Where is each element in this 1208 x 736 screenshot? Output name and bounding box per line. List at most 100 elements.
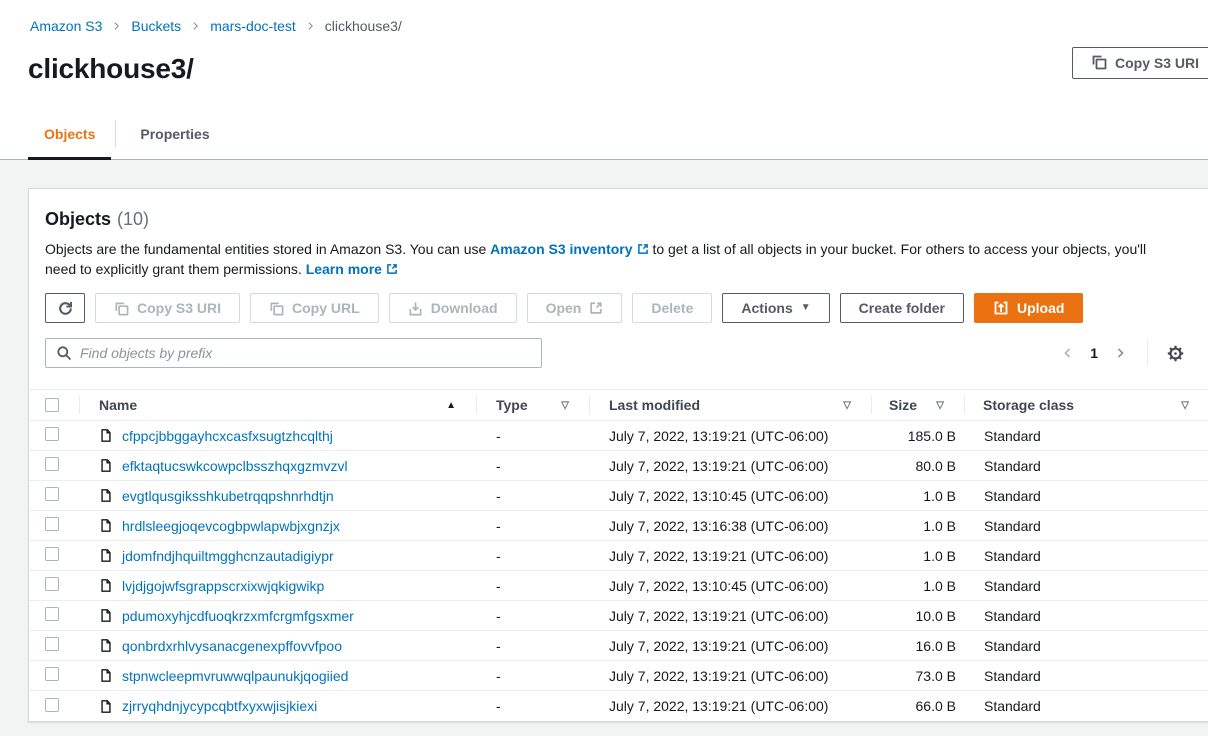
object-name-link[interactable]: cfppcjbbggayhcxcasfxsugtzhcqlthj <box>122 428 333 444</box>
row-checkbox[interactable] <box>45 637 59 651</box>
breadcrumb-link-buckets[interactable]: Buckets <box>131 16 181 36</box>
table-row: evgtlqusgiksshkubetrqqpshnrhdtjn - July … <box>29 481 1208 511</box>
row-checkbox[interactable] <box>45 457 59 471</box>
panel-title: Objects <box>45 208 111 230</box>
create-folder-button[interactable]: Create folder <box>840 293 964 323</box>
row-checkbox[interactable] <box>45 427 59 441</box>
open-button: Open <box>527 293 623 323</box>
object-name-link[interactable]: zjrryqhdnjycypcqbtfxyxwjisjkiexi <box>122 698 317 714</box>
cell-storage-class: Standard <box>964 428 1208 444</box>
object-name-cell: efktaqtucswkcowpclbsszhqxgzmvzvl <box>79 458 476 474</box>
cell-last-modified: July 7, 2022, 13:19:21 (UTC-06:00) <box>589 668 871 684</box>
tab-bar: Objects Properties <box>0 104 1208 160</box>
description-text: Objects are the fundamental entities sto… <box>45 241 486 257</box>
row-checkbox[interactable] <box>45 547 59 561</box>
object-name-cell: pdumoxyhjcdfuoqkrzxmfcrgmfgsxmer <box>79 608 476 624</box>
table-row: stpnwcleepmvruwwqlpaunukjqogiied - July … <box>29 661 1208 691</box>
object-name-link[interactable]: qonbrdxrhlvysanacgenexpffovvfpoo <box>122 638 342 654</box>
cell-last-modified: July 7, 2022, 13:19:21 (UTC-06:00) <box>589 638 871 654</box>
refresh-icon <box>57 300 74 317</box>
current-page-number[interactable]: 1 <box>1090 345 1098 361</box>
cell-type: - <box>476 698 589 714</box>
table-row: qonbrdxrhlvysanacgenexpffovvfpoo - July … <box>29 631 1208 661</box>
object-name-link[interactable]: stpnwcleepmvruwwqlpaunukjqogiied <box>122 668 348 684</box>
column-header-size[interactable]: Size ▽ <box>871 390 964 420</box>
tab-objects[interactable]: Objects <box>28 104 111 160</box>
file-icon <box>99 608 113 623</box>
cell-type: - <box>476 608 589 624</box>
column-header-last-modified[interactable]: Last modified ▽ <box>589 390 871 420</box>
copy-s3-uri-button: Copy S3 URI <box>95 293 240 323</box>
upload-icon <box>993 300 1009 316</box>
sort-ascending-icon: ▲ <box>446 400 476 411</box>
select-all-checkbox[interactable] <box>45 398 59 412</box>
cell-type: - <box>476 638 589 654</box>
next-page-button[interactable] <box>1112 343 1129 363</box>
object-name-link[interactable]: lvjdjgojwfsgrappscrxixwjqkigwikp <box>122 578 324 594</box>
cell-type: - <box>476 518 589 534</box>
object-name-cell: hrdlsleegjoqevcogbpwlapwbjxgnzjx <box>79 518 476 534</box>
row-checkbox-cell <box>29 487 79 504</box>
object-name-cell: qonbrdxrhlvysanacgenexpffovvfpoo <box>79 638 476 654</box>
preferences-button[interactable] <box>1166 344 1185 363</box>
search-box <box>45 338 542 368</box>
row-checkbox-cell <box>29 457 79 474</box>
copy-s3-uri-label: Copy S3 URI <box>1115 55 1199 71</box>
breadcrumb-link-bucket[interactable]: mars-doc-test <box>210 16 296 36</box>
pagination-divider <box>1147 340 1148 366</box>
copy-url-button: Copy URL <box>250 293 379 323</box>
copy-icon <box>114 301 129 316</box>
row-checkbox[interactable] <box>45 487 59 501</box>
row-checkbox[interactable] <box>45 607 59 621</box>
cell-last-modified: July 7, 2022, 13:19:21 (UTC-06:00) <box>589 548 871 564</box>
breadcrumb: Amazon S3 Buckets mars-doc-test clickhou… <box>0 0 1208 36</box>
cell-last-modified: July 7, 2022, 13:10:45 (UTC-06:00) <box>589 488 871 504</box>
external-link-icon <box>637 243 649 255</box>
object-name-link[interactable]: pdumoxyhjcdfuoqkrzxmfcrgmfgsxmer <box>122 608 354 624</box>
cell-type: - <box>476 488 589 504</box>
cell-last-modified: July 7, 2022, 13:19:21 (UTC-06:00) <box>589 608 871 624</box>
row-checkbox[interactable] <box>45 577 59 591</box>
previous-page-button[interactable] <box>1059 343 1076 363</box>
object-name-link[interactable]: jdomfndjhquiltmgghcnzautadigiypr <box>122 548 334 564</box>
page-title: clickhouse3/ <box>28 52 1208 86</box>
cell-size: 185.0 B <box>871 428 964 444</box>
s3-console-page: Amazon S3 Buckets mars-doc-test clickhou… <box>0 0 1208 736</box>
file-icon <box>99 578 113 593</box>
object-name-link[interactable]: efktaqtucswkcowpclbsszhqxgzmvzvl <box>122 458 348 474</box>
chevron-right-icon <box>1114 345 1127 361</box>
object-name-link[interactable]: evgtlqusgiksshkubetrqqpshnrhdtjn <box>122 488 334 504</box>
tab-properties[interactable]: Properties <box>120 104 229 160</box>
file-icon <box>99 699 113 714</box>
amazon-s3-inventory-link[interactable]: Amazon S3 inventory <box>490 241 648 257</box>
panel-header: Objects (10) Objects are the fundamental… <box>29 189 1208 279</box>
row-checkbox[interactable] <box>45 667 59 681</box>
cell-last-modified: July 7, 2022, 13:10:45 (UTC-06:00) <box>589 578 871 594</box>
sort-icon: ▽ <box>1181 400 1208 411</box>
copy-icon <box>269 301 284 316</box>
learn-more-link[interactable]: Learn more <box>306 261 398 277</box>
cell-storage-class: Standard <box>964 518 1208 534</box>
search-input[interactable] <box>46 339 541 367</box>
upload-button[interactable]: Upload <box>974 293 1083 323</box>
file-icon <box>99 428 113 443</box>
column-header-type[interactable]: Type ▽ <box>476 390 589 420</box>
row-checkbox-cell <box>29 427 79 444</box>
tab-objects-label: Objects <box>44 126 95 142</box>
table-row: lvjdjgojwfsgrappscrxixwjqkigwikp - July … <box>29 571 1208 601</box>
actions-dropdown-button[interactable]: Actions ▼ <box>722 293 829 323</box>
row-checkbox[interactable] <box>45 698 59 712</box>
cell-size: 80.0 B <box>871 458 964 474</box>
column-header-storage-class[interactable]: Storage class ▽ <box>964 390 1208 420</box>
content-area: Objects (10) Objects are the fundamental… <box>0 160 1208 736</box>
breadcrumb-link-amazon-s3[interactable]: Amazon S3 <box>30 16 102 36</box>
copy-s3-uri-header-button[interactable]: Copy S3 URI <box>1072 47 1208 79</box>
cell-type: - <box>476 458 589 474</box>
object-count: (10) <box>117 208 149 230</box>
row-checkbox[interactable] <box>45 517 59 531</box>
column-header-name[interactable]: Name ▲ <box>79 390 476 420</box>
object-name-link[interactable]: hrdlsleegjoqevcogbpwlapwbjxgnzjx <box>122 518 340 534</box>
refresh-button[interactable] <box>45 293 85 323</box>
table-header-row: Name ▲ Type ▽ Last modified ▽ Size ▽ <box>29 389 1208 421</box>
object-name-cell: evgtlqusgiksshkubetrqqpshnrhdtjn <box>79 488 476 504</box>
